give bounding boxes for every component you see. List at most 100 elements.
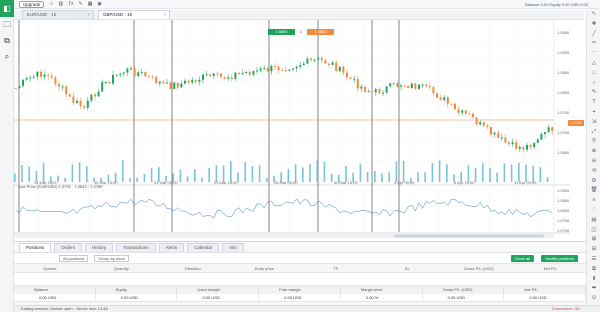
horizontal-resize-icon[interactable]: ⬌ — [587, 284, 600, 294]
candle-body — [176, 82, 179, 88]
trash-icon[interactable]: 🗑 — [587, 186, 600, 196]
col-net-pl[interactable]: Net P/L — [515, 264, 587, 272]
x-tick-label: 4 Apr 09:00 — [394, 180, 415, 185]
settings-icon[interactable]: ⚙ — [587, 177, 600, 187]
candle-body — [72, 96, 75, 103]
dotted-line-icon[interactable]: ⋯ — [587, 49, 600, 59]
menu-icon[interactable]: ☰ — [587, 255, 600, 265]
text-icon[interactable]: T — [587, 98, 600, 108]
candle-body — [112, 74, 114, 84]
center-icon[interactable]: ⊙ — [587, 294, 600, 304]
candle-body — [263, 67, 266, 69]
indicator-y-label: 1.0800 — [557, 208, 570, 213]
zoom-out-icon[interactable]: ⊖ — [587, 157, 600, 167]
candle-body — [133, 68, 136, 76]
candle-body — [180, 83, 183, 88]
rectangle-icon[interactable]: □ — [587, 69, 600, 79]
candles-icon[interactable]: ▥ — [58, 1, 63, 7]
search-icon[interactable]: ⌕ — [0, 49, 14, 65]
volume-bar — [388, 172, 390, 182]
volume-bar — [129, 177, 131, 182]
crosshair-icon[interactable]: ⊹ — [49, 1, 53, 7]
upgrade-button[interactable]: Upgrade — [19, 0, 45, 8]
indicators-icon[interactable]: ƒx — [68, 1, 73, 7]
candle-body — [162, 81, 165, 84]
group-by-select[interactable]: Group by none — [94, 254, 129, 262]
tab-info[interactable]: Info — [222, 243, 244, 252]
col-tp[interactable]: TP — [300, 264, 372, 272]
close-icon[interactable]: × — [163, 11, 166, 19]
tab-alerts[interactable]: Alerts — [158, 243, 185, 252]
summary-margin-level-value: 0.00 % — [341, 294, 423, 301]
pencil-icon[interactable]: ✎ — [587, 88, 600, 98]
candle-body — [148, 76, 150, 78]
copy-icon[interactable]: ⧉ — [587, 265, 600, 275]
chart-tab-gbpusd[interactable]: GBP/USD · 1h × — [98, 10, 170, 19]
expand-icon[interactable]: ⇲ — [587, 118, 600, 128]
tab-transactions[interactable]: Transactions — [116, 243, 156, 252]
candle-body — [500, 137, 503, 139]
undo-icon[interactable]: ⟲ — [587, 167, 600, 177]
candle-body — [464, 110, 467, 114]
grid-remove-icon[interactable]: ⊟ — [587, 245, 600, 255]
candle-body — [18, 85, 21, 88]
col-gross-pl[interactable]: Gross P/L (USD) — [443, 264, 515, 272]
ellipse-icon[interactable]: ○ — [587, 79, 600, 89]
col-symbol[interactable]: Symbol — [14, 264, 86, 272]
close-all-button[interactable]: Close all — [510, 255, 534, 262]
tab-orders[interactable]: Orders — [54, 243, 83, 252]
candle-body — [378, 89, 381, 94]
layout-icon[interactable]: ▦ — [88, 1, 93, 7]
chart-tab-bar: EUR/USD · 1h × GBP/USD · 1h × — [14, 10, 584, 20]
chart-tab-eurusd[interactable]: EUR/USD · 1h × — [22, 10, 94, 19]
col-entry-price[interactable]: Entry price — [229, 264, 301, 272]
candle-body — [410, 83, 413, 89]
horizontal-line-icon[interactable]: ═ — [587, 39, 600, 49]
cursor-icon[interactable]: ↖ — [587, 10, 600, 20]
bookmark-icon[interactable]: ⧉ — [0, 33, 14, 49]
triangle-icon[interactable]: △ — [587, 59, 600, 69]
list-icon[interactable]: ≡ — [587, 196, 600, 206]
col-quantity[interactable]: Quantity — [86, 264, 158, 272]
trendline-icon[interactable]: ╱ — [587, 30, 600, 40]
candle-body — [482, 122, 485, 126]
tab-positions[interactable]: Positions — [19, 243, 52, 252]
col-direction[interactable]: Direction — [157, 264, 229, 272]
candle-body — [547, 127, 550, 133]
zoom-in-icon[interactable]: ⊕ — [587, 147, 600, 157]
sell-button[interactable]: 1.0850 — [268, 29, 295, 35]
candle-body — [392, 83, 395, 85]
fullscreen-icon[interactable]: ⤢ — [587, 128, 600, 138]
split-icon[interactable]: ◫ — [587, 226, 600, 236]
folder-icon[interactable]: 🗀 — [0, 17, 14, 33]
col-sl[interactable]: SL — [372, 264, 444, 272]
more-icon[interactable]: ⋮ — [587, 206, 600, 216]
trade-icon[interactable]: ◧ — [0, 0, 14, 17]
candle-body — [533, 142, 536, 148]
candle-body — [299, 65, 302, 67]
magnet-icon[interactable]: ⚲ — [587, 137, 600, 147]
volume-bar — [266, 177, 268, 182]
modify-positions-button[interactable]: Modify positions — [541, 255, 578, 262]
candle-body — [335, 62, 338, 72]
volume-bar — [374, 171, 376, 182]
price-chart[interactable]: 14 Mar 2023 16 Mar 15:00 21 Mar 09:00 23 Ma… — [14, 20, 572, 240]
summary-gross-pl-value: 0.00 USD — [423, 294, 505, 301]
camera-icon[interactable]: ◉ — [97, 1, 101, 7]
table-icon[interactable]: ▤ — [587, 216, 600, 226]
drawing-icon[interactable]: ✎ — [78, 1, 82, 7]
crosshair-icon[interactable]: ✚ — [587, 20, 600, 30]
buy-button[interactable]: 1.0852 — [307, 29, 334, 35]
candle-body — [288, 69, 291, 71]
tab-calendar[interactable]: Calendar — [187, 243, 220, 252]
volume-bar — [86, 166, 88, 182]
candle-body — [421, 84, 424, 86]
vertical-resize-icon[interactable]: ⬍ — [587, 275, 600, 285]
grid-add-icon[interactable]: ⊞ — [587, 235, 600, 245]
close-icon[interactable]: × — [87, 11, 90, 19]
positions-filter-select[interactable]: All positions — [59, 254, 89, 262]
y-tick-label: 1.0650 — [557, 150, 570, 155]
target-icon[interactable]: ⌖ — [587, 108, 600, 118]
candle-body — [227, 77, 230, 79]
tab-history[interactable]: History — [85, 243, 114, 252]
